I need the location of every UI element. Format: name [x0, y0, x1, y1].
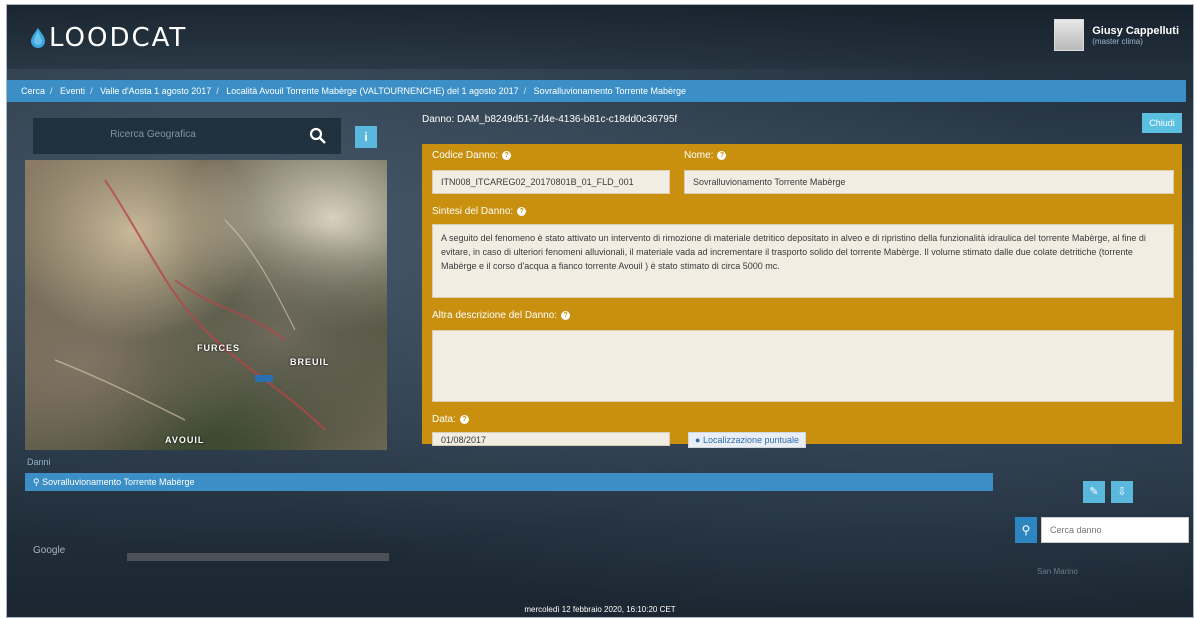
date-field[interactable]: 01/08/2017: [432, 432, 670, 446]
synthesis-label: Sintesi del Danno:?: [432, 206, 527, 217]
location-button[interactable]: ● Localizzazione puntuale: [688, 432, 807, 448]
list-item[interactable]: ⚲ Sovralluvionamento Torrente Mabèrge: [25, 473, 993, 491]
logo-text: LOODCAT: [49, 23, 188, 53]
breadcrumb-separator: /: [216, 86, 219, 96]
help-icon[interactable]: ?: [502, 151, 512, 160]
geo-search-bar[interactable]: Ricerca Geografica: [33, 118, 341, 154]
info-button[interactable]: i: [355, 126, 377, 148]
breadcrumb-item-dam[interactable]: Sovralluvionamento Torrente Mabèrge: [534, 86, 686, 96]
map-overlay: [54, 179, 326, 431]
breadcrumb-item-location[interactable]: Località Avouil Torrente Mabèrge (VALTOU…: [226, 86, 518, 96]
download-button[interactable]: ⇩: [1111, 481, 1133, 503]
other-description-label: Altra descrizione del Danno:?: [432, 310, 571, 321]
dam-id: Danno: DAM_b8249d51-7d4e-4136-b81c-c18dd…: [422, 114, 678, 125]
date-label-text: Data:: [432, 414, 456, 425]
edit-button[interactable]: ✎: [1083, 481, 1105, 503]
app-window: LOODCAT Giusy Cappelluti (master clima) …: [6, 4, 1194, 618]
code-label-text: Codice Danno:: [432, 150, 499, 161]
close-button[interactable]: Chiudi: [1142, 113, 1182, 133]
geo-search-input[interactable]: Ricerca Geografica: [33, 129, 273, 140]
dam-search-input[interactable]: [1041, 517, 1189, 543]
google-logo: Google: [33, 545, 66, 556]
map-place-label: San Marino: [1037, 567, 1078, 576]
list-item-label: Sovralluvionamento Torrente Mabèrge: [42, 477, 195, 487]
pencil-icon: ✎: [1089, 486, 1099, 498]
map-label-avouil: AVOUIL: [165, 435, 205, 445]
breadcrumb-item-eventi[interactable]: Eventi: [60, 86, 85, 96]
name-label: Nome:?: [684, 150, 727, 161]
map-marker-icon: ●: [695, 435, 701, 445]
breadcrumb: Cerca / Eventi / Valle d'Aosta 1 agosto 20…: [7, 80, 1186, 102]
name-field[interactable]: Sovralluvionamento Torrente Mabèrge: [684, 170, 1174, 194]
dam-search: ⚲: [1015, 517, 1189, 543]
left-panel: Ricerca Geografica i FURCES BREUIL AVOUI…: [25, 108, 387, 453]
dam-list-panel: Danni ⚲ Sovralluvionamento Torrente Mabè…: [7, 453, 1193, 617]
user-role: (master clima): [1092, 36, 1143, 46]
help-icon[interactable]: ?: [517, 207, 527, 216]
water-drop-icon: [31, 28, 45, 48]
code-field[interactable]: ITN008_ITCAREG02_20170801B_01_FLD_001: [432, 170, 670, 194]
help-icon[interactable]: ?: [561, 311, 571, 320]
other-description-label-text: Altra descrizione del Danno:: [432, 310, 558, 321]
user-name: Giusy Cappelluti: [1092, 24, 1179, 37]
map-marker-icon: ⚲: [33, 477, 40, 487]
map-scrollbar[interactable]: [127, 553, 389, 561]
location-button-label: Localizzazione puntuale: [702, 435, 800, 445]
footer-datetime: mercoledì 12 febbraio 2020, 16:10:20 CET: [7, 603, 1193, 617]
help-icon[interactable]: ?: [717, 151, 727, 160]
breadcrumb-separator: /: [523, 86, 527, 96]
breadcrumb-separator: /: [90, 86, 93, 96]
synthesis-textarea[interactable]: A seguito del fenomeno è stato attivato …: [432, 224, 1174, 298]
header: LOODCAT Giusy Cappelluti (master clima): [7, 5, 1193, 69]
user-menu[interactable]: Giusy Cappelluti (master clima): [1054, 19, 1179, 51]
dam-detail-panel: Danno: DAM_b8249d51-7d4e-4136-b81c-c18dd…: [412, 108, 1192, 453]
avatar[interactable]: [1054, 19, 1085, 51]
map-label-breuil: BREUIL: [290, 357, 330, 367]
dam-list-title: Danni: [27, 457, 51, 467]
app-logo[interactable]: LOODCAT: [29, 23, 187, 53]
search-icon[interactable]: ⚲: [1015, 517, 1037, 543]
help-icon[interactable]: ?: [459, 415, 469, 424]
breadcrumb-item-cerca[interactable]: Cerca: [21, 86, 45, 96]
name-label-text: Nome:: [684, 150, 714, 161]
map-label-furces: FURCES: [197, 343, 241, 353]
breadcrumb-item-event[interactable]: Valle d'Aosta 1 agosto 2017: [100, 86, 211, 96]
other-description-textarea[interactable]: [432, 330, 1174, 402]
breadcrumb-separator: /: [50, 86, 53, 96]
download-icon: ⇩: [1117, 486, 1127, 498]
synthesis-label-text: Sintesi del Danno:: [432, 206, 514, 217]
dam-form: Codice Danno:? ITN008_ITCAREG02_20170801…: [422, 144, 1182, 448]
search-icon[interactable]: [309, 127, 327, 145]
code-label: Codice Danno:?: [432, 150, 512, 161]
satellite-map[interactable]: FURCES BREUIL AVOUIL: [25, 160, 387, 450]
date-label: Data:?: [432, 414, 469, 425]
